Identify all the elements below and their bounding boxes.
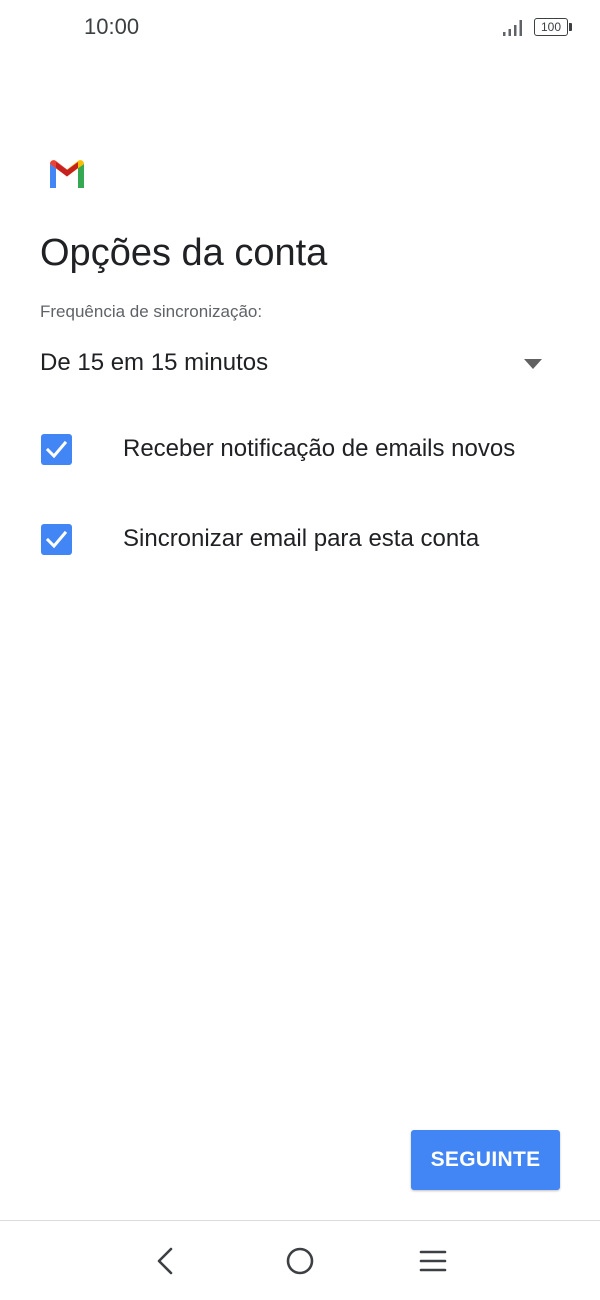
signal-icon [503,20,522,36]
back-icon [157,1247,173,1275]
checkmark-icon [46,440,67,459]
sync-frequency-label: Frequência de sincronização: [40,302,263,321]
sync-frequency-dropdown[interactable]: De 15 em 15 minutos [40,340,560,388]
page-title: Opções da conta [40,232,328,274]
sync-label: Sincronizar email para esta conta [123,525,480,552]
next-button[interactable]: SEGUINTE [411,1130,560,1190]
notify-label: Receber notificação de emails novos [123,435,516,462]
navigation-bar [0,1221,600,1300]
notify-checkbox[interactable] [41,434,72,465]
back-button[interactable] [144,1239,188,1283]
account-options-screen: 10:00 100 Opções da conta Frequência de … [0,0,600,1300]
status-time: 10:00 [84,14,140,39]
notify-new-emails-option[interactable]: Receber notificação de emails novos [40,421,570,477]
home-icon [286,1247,314,1275]
home-button[interactable] [278,1239,322,1283]
battery-icon: 100 [534,18,574,38]
sync-email-option[interactable]: Sincronizar email para esta conta [40,511,570,567]
checkmark-icon [46,530,67,549]
status-bar: 10:00 100 [0,0,600,56]
battery-level: 100 [540,20,562,34]
recents-button[interactable] [411,1239,455,1283]
gmail-logo-icon [50,160,84,188]
dropdown-arrow-icon [524,359,542,369]
sync-checkbox[interactable] [41,524,72,555]
recents-icon [419,1250,447,1272]
sync-frequency-value: De 15 em 15 minutos [40,349,269,376]
